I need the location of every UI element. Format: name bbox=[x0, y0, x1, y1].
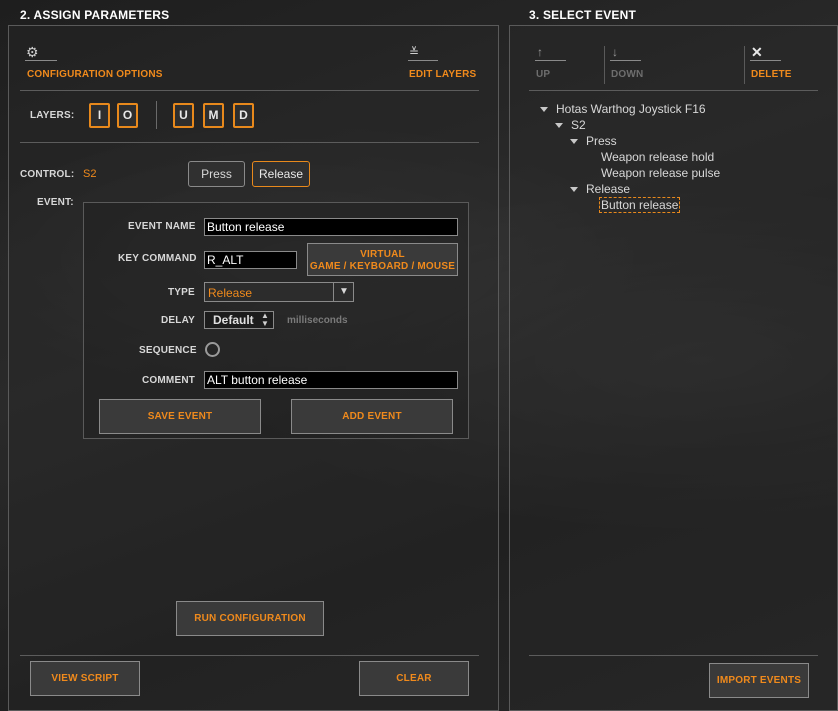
layer-button-m[interactable]: M bbox=[203, 103, 224, 128]
up-button[interactable]: UP bbox=[536, 69, 550, 80]
delay-value: Default bbox=[213, 313, 254, 327]
tree-leaf[interactable]: Weapon release hold bbox=[601, 150, 714, 164]
divider bbox=[529, 655, 818, 656]
virtual-button-line1: VIRTUAL bbox=[360, 249, 405, 260]
assign-parameters-title: 2. ASSIGN PARAMETERS bbox=[20, 8, 170, 22]
close-icon[interactable]: ✕ bbox=[751, 45, 763, 59]
type-select[interactable]: Release ▼ bbox=[204, 282, 354, 302]
virtual-keyboard-button[interactable]: VIRTUAL GAME / KEYBOARD / MOUSE bbox=[307, 243, 458, 276]
delay-unit: milliseconds bbox=[287, 315, 348, 326]
tree-expand-icon[interactable] bbox=[570, 187, 578, 192]
divider bbox=[20, 655, 479, 656]
layer-button-d[interactable]: D bbox=[233, 103, 254, 128]
tree-node-press[interactable]: Press bbox=[586, 134, 617, 148]
tree-leaf[interactable]: Weapon release pulse bbox=[601, 166, 720, 180]
type-select-value: Release bbox=[208, 286, 253, 300]
arrow-down-icon[interactable]: ↓ bbox=[612, 45, 618, 59]
gear-icon[interactable]: ⚙ bbox=[26, 45, 39, 59]
tree-node-s2[interactable]: S2 bbox=[571, 118, 586, 132]
tree-expand-icon[interactable] bbox=[540, 107, 548, 112]
import-events-button[interactable]: IMPORT EVENTS bbox=[709, 663, 809, 698]
delete-button[interactable]: DELETE bbox=[751, 69, 792, 80]
save-event-button[interactable]: SAVE EVENT bbox=[99, 399, 261, 434]
key-command-input[interactable]: R_ALT bbox=[204, 251, 297, 269]
release-button[interactable]: Release bbox=[252, 161, 310, 187]
tree-leaf-selected[interactable]: Button release bbox=[599, 197, 681, 213]
tree-expand-icon[interactable] bbox=[570, 139, 578, 144]
event-name-label: EVENT NAME bbox=[128, 221, 196, 232]
down-button[interactable]: DOWN bbox=[611, 69, 643, 80]
layers-separator bbox=[156, 101, 157, 129]
clear-button[interactable]: CLEAR bbox=[359, 661, 469, 696]
edit-layers-icon[interactable]: ≚ bbox=[409, 45, 419, 59]
toolbar-separator bbox=[604, 46, 605, 84]
delete-underline bbox=[750, 60, 781, 61]
comment-label: COMMENT bbox=[142, 375, 196, 386]
event-name-input[interactable]: Button release bbox=[204, 218, 458, 236]
edit-layers-underline bbox=[408, 60, 438, 61]
key-command-label: KEY COMMAND bbox=[118, 253, 197, 264]
view-script-button[interactable]: VIEW SCRIPT bbox=[30, 661, 140, 696]
control-label: CONTROL: bbox=[20, 169, 75, 180]
delay-label: DELAY bbox=[161, 315, 195, 326]
stepper-down-icon[interactable]: ▼ bbox=[261, 320, 269, 328]
tree-expand-icon[interactable] bbox=[555, 123, 563, 128]
add-event-button[interactable]: ADD EVENT bbox=[291, 399, 453, 434]
tree-root[interactable]: Hotas Warthog Joystick F16 bbox=[556, 102, 706, 116]
layer-button-u[interactable]: U bbox=[173, 103, 194, 128]
delay-stepper[interactable]: Default ▲ ▼ bbox=[204, 311, 274, 329]
chevron-down-icon[interactable]: ▼ bbox=[339, 286, 349, 297]
event-label: EVENT: bbox=[37, 197, 74, 208]
run-configuration-button[interactable]: RUN CONFIGURATION bbox=[176, 601, 324, 636]
divider bbox=[20, 142, 479, 143]
configuration-options-link[interactable]: CONFIGURATION OPTIONS bbox=[27, 69, 163, 80]
edit-layers-link[interactable]: EDIT LAYERS bbox=[409, 69, 476, 80]
gear-underline bbox=[25, 60, 57, 61]
tree-node-release[interactable]: Release bbox=[586, 182, 630, 196]
control-value: S2 bbox=[83, 168, 97, 180]
layers-label: LAYERS: bbox=[30, 110, 75, 121]
select-event-title: 3. SELECT EVENT bbox=[529, 8, 637, 22]
layer-button-i[interactable]: I bbox=[89, 103, 110, 128]
press-button[interactable]: Press bbox=[188, 161, 245, 187]
type-select-separator bbox=[333, 283, 334, 301]
arrow-up-icon[interactable]: ↑ bbox=[537, 45, 543, 59]
divider bbox=[529, 90, 818, 91]
toolbar-separator bbox=[744, 46, 745, 84]
virtual-button-line2: GAME / KEYBOARD / MOUSE bbox=[309, 261, 456, 272]
divider bbox=[20, 90, 479, 91]
type-label: TYPE bbox=[168, 287, 195, 298]
radio-circle-icon[interactable] bbox=[205, 342, 220, 357]
comment-input[interactable]: ALT button release bbox=[204, 371, 458, 389]
up-underline bbox=[535, 60, 566, 61]
layer-button-o[interactable]: O bbox=[117, 103, 138, 128]
down-underline bbox=[610, 60, 641, 61]
sequence-label: SEQUENCE bbox=[139, 345, 197, 356]
